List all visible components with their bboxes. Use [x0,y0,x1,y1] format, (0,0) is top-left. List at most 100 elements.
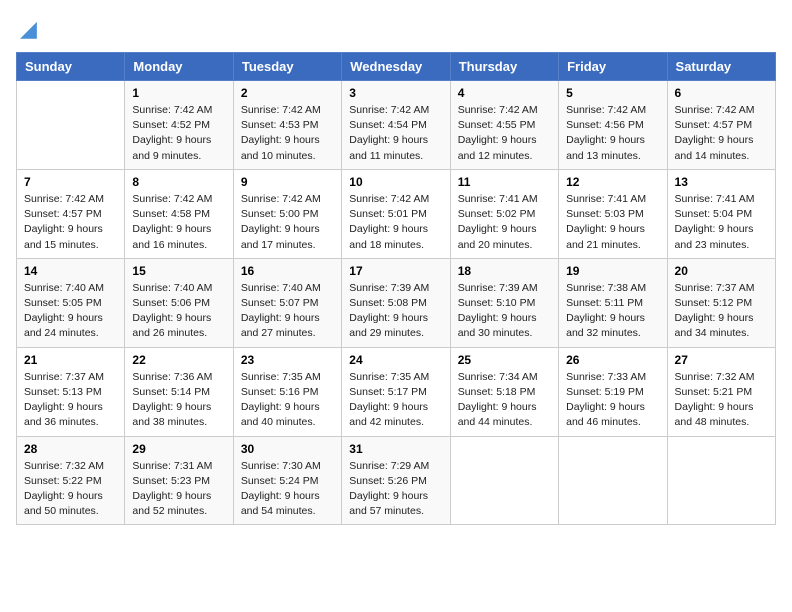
calendar-cell: 11Sunrise: 7:41 AMSunset: 5:02 PMDayligh… [450,169,558,258]
calendar-cell [559,436,667,525]
day-number: 24 [349,353,442,367]
day-info: Sunrise: 7:41 AMSunset: 5:03 PMDaylight:… [566,192,659,253]
page-header: ◢ [16,16,776,42]
day-info: Sunrise: 7:42 AMSunset: 5:00 PMDaylight:… [241,192,334,253]
calendar-cell [450,436,558,525]
calendar-cell: 3 Sunrise: 7:42 AMSunset: 4:54 PMDaylight… [342,81,450,170]
day-number: 26 [566,353,659,367]
calendar-cell: 7 Sunrise: 7:42 AMSunset: 4:57 PMDaylight… [17,169,125,258]
day-info: Sunrise: 7:42 AMSunset: 4:56 PMDaylight:… [566,103,659,164]
day-info: Sunrise: 7:42 AMSunset: 4:58 PMDaylight:… [132,192,225,253]
day-info: Sunrise: 7:39 AMSunset: 5:10 PMDaylight:… [458,281,551,342]
day-info: Sunrise: 7:42 AMSunset: 4:57 PMDaylight:… [24,192,117,253]
day-info: Sunrise: 7:29 AMSunset: 5:26 PMDaylight:… [349,459,442,520]
calendar-cell: 15 Sunrise: 7:40 AMSunset: 5:06 PMDayligh… [125,258,233,347]
day-number: 4 [458,86,551,100]
day-number: 5 [566,86,659,100]
day-info: Sunrise: 7:30 AMSunset: 5:24 PMDaylight:… [241,459,334,520]
day-info: Sunrise: 7:40 AMSunset: 5:06 PMDaylight:… [132,281,225,342]
day-number: 10 [349,175,442,189]
day-info: Sunrise: 7:37 AMSunset: 5:12 PMDaylight:… [675,281,768,342]
day-info: Sunrise: 7:42 AMSunset: 5:01 PMDaylight:… [349,192,442,253]
day-info: Sunrise: 7:41 AMSunset: 5:04 PMDaylight:… [675,192,768,253]
day-info: Sunrise: 7:35 AMSunset: 5:16 PMDaylight:… [241,370,334,431]
day-info: Sunrise: 7:39 AMSunset: 5:08 PMDaylight:… [349,281,442,342]
calendar-cell: 24 Sunrise: 7:35 AMSunset: 5:17 PMDayligh… [342,347,450,436]
calendar-week-row: 1 Sunrise: 7:42 AMSunset: 4:52 PMDaylight… [17,81,776,170]
day-info: Sunrise: 7:37 AMSunset: 5:13 PMDaylight:… [24,370,117,431]
day-number: 18 [458,264,551,278]
calendar-table: SundayMondayTuesdayWednesdayThursdayFrid… [16,52,776,525]
day-number: 3 [349,86,442,100]
calendar-cell: 25 Sunrise: 7:34 AMSunset: 5:18 PMDayligh… [450,347,558,436]
day-number: 25 [458,353,551,367]
day-number: 6 [675,86,768,100]
calendar-cell [17,81,125,170]
col-header-sunday: Sunday [17,53,125,81]
calendar-cell: 13Sunrise: 7:41 AMSunset: 5:04 PMDayligh… [667,169,775,258]
calendar-header-row: SundayMondayTuesdayWednesdayThursdayFrid… [17,53,776,81]
calendar-cell: 22Sunrise: 7:36 AMSunset: 5:14 PMDayligh… [125,347,233,436]
calendar-cell: 19 Sunrise: 7:38 AMSunset: 5:11 PMDayligh… [559,258,667,347]
day-info: Sunrise: 7:42 AMSunset: 4:52 PMDaylight:… [132,103,225,164]
day-info: Sunrise: 7:38 AMSunset: 5:11 PMDaylight:… [566,281,659,342]
calendar-week-row: 7 Sunrise: 7:42 AMSunset: 4:57 PMDaylight… [17,169,776,258]
calendar-cell: 28Sunrise: 7:32 AMSunset: 5:22 PMDayligh… [17,436,125,525]
day-info: Sunrise: 7:42 AMSunset: 4:54 PMDaylight:… [349,103,442,164]
calendar-cell: 5 Sunrise: 7:42 AMSunset: 4:56 PMDaylight… [559,81,667,170]
day-number: 19 [566,264,659,278]
calendar-cell: 23 Sunrise: 7:35 AMSunset: 5:16 PMDayligh… [233,347,341,436]
calendar-cell: 16 Sunrise: 7:40 AMSunset: 5:07 PMDayligh… [233,258,341,347]
day-number: 12 [566,175,659,189]
day-number: 2 [241,86,334,100]
calendar-cell: 21 Sunrise: 7:37 AMSunset: 5:13 PMDayligh… [17,347,125,436]
day-info: Sunrise: 7:34 AMSunset: 5:18 PMDaylight:… [458,370,551,431]
calendar-cell: 4 Sunrise: 7:42 AMSunset: 4:55 PMDaylight… [450,81,558,170]
col-header-thursday: Thursday [450,53,558,81]
col-header-monday: Monday [125,53,233,81]
calendar-cell: 2Sunrise: 7:42 AMSunset: 4:53 PMDaylight… [233,81,341,170]
day-info: Sunrise: 7:35 AMSunset: 5:17 PMDaylight:… [349,370,442,431]
col-header-tuesday: Tuesday [233,53,341,81]
calendar-cell: 8 Sunrise: 7:42 AMSunset: 4:58 PMDaylight… [125,169,233,258]
day-number: 1 [132,86,225,100]
calendar-cell: 9Sunrise: 7:42 AMSunset: 5:00 PMDaylight… [233,169,341,258]
calendar-cell: 18 Sunrise: 7:39 AMSunset: 5:10 PMDayligh… [450,258,558,347]
calendar-cell: 26 Sunrise: 7:33 AMSunset: 5:19 PMDayligh… [559,347,667,436]
day-info: Sunrise: 7:40 AMSunset: 5:07 PMDaylight:… [241,281,334,342]
day-number: 11 [458,175,551,189]
logo-bird-icon: ◢ [20,16,37,42]
day-number: 7 [24,175,117,189]
day-number: 27 [675,353,768,367]
calendar-cell: 27Sunrise: 7:32 AMSunset: 5:21 PMDayligh… [667,347,775,436]
day-number: 28 [24,442,117,456]
day-number: 8 [132,175,225,189]
day-number: 23 [241,353,334,367]
calendar-cell [667,436,775,525]
day-number: 15 [132,264,225,278]
day-info: Sunrise: 7:33 AMSunset: 5:19 PMDaylight:… [566,370,659,431]
day-number: 20 [675,264,768,278]
day-number: 17 [349,264,442,278]
day-info: Sunrise: 7:42 AMSunset: 4:55 PMDaylight:… [458,103,551,164]
day-info: Sunrise: 7:36 AMSunset: 5:14 PMDaylight:… [132,370,225,431]
col-header-friday: Friday [559,53,667,81]
day-info: Sunrise: 7:40 AMSunset: 5:05 PMDaylight:… [24,281,117,342]
calendar-cell: 17 Sunrise: 7:39 AMSunset: 5:08 PMDayligh… [342,258,450,347]
day-number: 14 [24,264,117,278]
calendar-cell: 14 Sunrise: 7:40 AMSunset: 5:05 PMDayligh… [17,258,125,347]
day-number: 31 [349,442,442,456]
calendar-week-row: 14 Sunrise: 7:40 AMSunset: 5:05 PMDayligh… [17,258,776,347]
calendar-cell: 12 Sunrise: 7:41 AMSunset: 5:03 PMDayligh… [559,169,667,258]
day-info: Sunrise: 7:31 AMSunset: 5:23 PMDaylight:… [132,459,225,520]
col-header-saturday: Saturday [667,53,775,81]
calendar-cell: 31 Sunrise: 7:29 AMSunset: 5:26 PMDayligh… [342,436,450,525]
col-header-wednesday: Wednesday [342,53,450,81]
calendar-cell: 10 Sunrise: 7:42 AMSunset: 5:01 PMDayligh… [342,169,450,258]
calendar-cell: 1 Sunrise: 7:42 AMSunset: 4:52 PMDaylight… [125,81,233,170]
calendar-week-row: 21 Sunrise: 7:37 AMSunset: 5:13 PMDayligh… [17,347,776,436]
day-number: 21 [24,353,117,367]
day-number: 30 [241,442,334,456]
day-number: 16 [241,264,334,278]
calendar-week-row: 28Sunrise: 7:32 AMSunset: 5:22 PMDayligh… [17,436,776,525]
